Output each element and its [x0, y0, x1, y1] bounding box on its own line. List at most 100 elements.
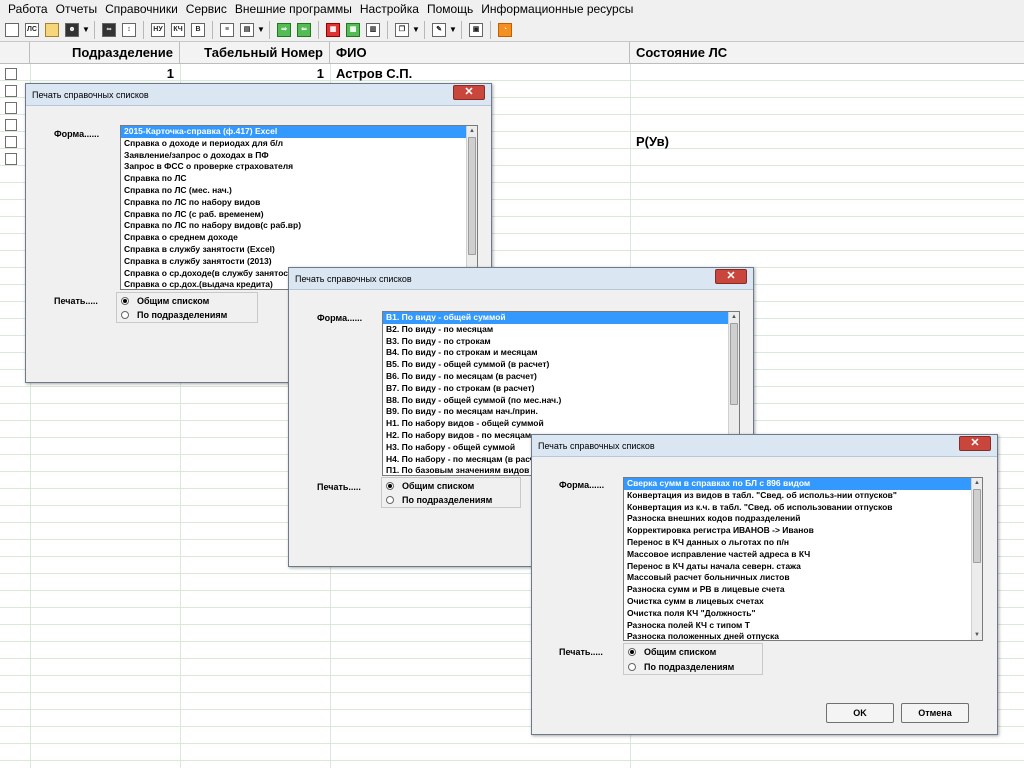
radio-by-department[interactable]: По подразделениям: [386, 494, 492, 506]
form-listbox[interactable]: 2015-Карточка-справка (ф.417) Excel Спра…: [120, 125, 478, 290]
list-item[interactable]: Справка в службу занятости (2013): [121, 256, 477, 268]
import-icon[interactable]: ⇐: [295, 21, 313, 39]
menu-otchety[interactable]: Отчеты: [52, 2, 101, 16]
list-item[interactable]: Запрос в ФСС о проверке страхователя: [121, 161, 477, 173]
scroll-thumb[interactable]: [730, 323, 738, 405]
scroll-up-icon[interactable]: ▲: [972, 478, 982, 488]
column-header-tab-number[interactable]: Табельный Номер: [180, 42, 330, 64]
list-item[interactable]: Конвертация из видов в табл. "Свед. об и…: [624, 490, 982, 502]
list-item[interactable]: Корректировка регистра ИВАНОВ -> Иванов: [624, 525, 982, 537]
menu-servis[interactable]: Сервис: [182, 2, 231, 16]
list-item[interactable]: Разноска полей КЧ с типом Т: [624, 620, 982, 632]
calculator-red-icon[interactable]: ▦: [324, 21, 342, 39]
list-item[interactable]: 2015-Карточка-справка (ф.417) Excel: [121, 126, 477, 138]
sort-icon[interactable]: ↕: [120, 21, 138, 39]
menu-external-programs[interactable]: Внешние программы: [231, 2, 356, 16]
list-item[interactable]: В2. По виду - по месяцам: [383, 324, 739, 336]
select-all-column[interactable]: [0, 42, 30, 64]
list-item[interactable]: В1. По виду - общей суммой: [383, 312, 739, 324]
list-item[interactable]: Массовый расчет больничных листов: [624, 572, 982, 584]
radio-common-list[interactable]: Общим списком: [386, 480, 474, 492]
close-icon[interactable]: ✕: [715, 269, 747, 284]
row-checkbox[interactable]: [5, 136, 17, 148]
list-item[interactable]: Очистка поля КЧ "Должность": [624, 608, 982, 620]
radio-common-list[interactable]: Общим списком: [628, 646, 716, 658]
export-icon[interactable]: ⇒: [275, 21, 293, 39]
listbox-scrollbar[interactable]: ▲ ▼: [466, 126, 477, 289]
ls-icon[interactable]: ЛС: [23, 21, 41, 39]
row-checkbox[interactable]: [5, 102, 17, 114]
menu-help[interactable]: Помощь: [423, 2, 477, 16]
print-icon[interactable]: ▣: [467, 21, 485, 39]
menu-settings[interactable]: Настройка: [356, 2, 423, 16]
scroll-up-icon[interactable]: ▲: [467, 126, 477, 136]
open-folder-icon[interactable]: [43, 21, 61, 39]
report-dropdown-icon[interactable]: ▼: [257, 25, 265, 34]
settings-icon[interactable]: ✎: [430, 21, 448, 39]
menu-spravochniki[interactable]: Справочники: [101, 2, 182, 16]
report-icon[interactable]: ▤: [238, 21, 256, 39]
row-checkbox[interactable]: [5, 119, 17, 131]
cancel-button[interactable]: Отмена: [901, 703, 969, 723]
list-item[interactable]: Н1. По набору видов - общей суммой: [383, 418, 739, 430]
kch-icon[interactable]: КЧ: [169, 21, 187, 39]
copy-dropdown-icon[interactable]: ▼: [412, 25, 420, 34]
reference-icon[interactable]: В: [189, 21, 207, 39]
list-item[interactable]: В7. По виду - по строкам (в расчет): [383, 383, 739, 395]
list-item[interactable]: Конвертация из к.ч. в табл. "Свед. об ис…: [624, 502, 982, 514]
cell-department[interactable]: 1: [30, 66, 174, 81]
list-item[interactable]: Разноска внешних кодов подразделений: [624, 513, 982, 525]
copy-icon[interactable]: ❐: [393, 21, 411, 39]
scroll-down-icon[interactable]: ▼: [972, 630, 982, 640]
row-checkbox[interactable]: [5, 153, 17, 165]
users-dropdown-icon[interactable]: ▼: [82, 25, 90, 34]
list-item[interactable]: Справка по ЛС по набору видов(с раб.вр): [121, 220, 477, 232]
row-checkbox[interactable]: [5, 85, 17, 97]
column-header-account-state[interactable]: Состояние ЛС: [630, 42, 1024, 64]
rss-icon[interactable]: ◔: [496, 21, 514, 39]
book-icon[interactable]: ▥: [364, 21, 382, 39]
nu-icon[interactable]: НУ: [149, 21, 167, 39]
form-listbox[interactable]: Сверка сумм в справках по БЛ с 896 видом…: [623, 477, 983, 641]
list-item[interactable]: В5. По виду - общей суммой (в расчет): [383, 359, 739, 371]
cell-tab-number[interactable]: 1: [180, 66, 324, 81]
list-item[interactable]: Перенос в КЧ даты начала северн. стажа: [624, 561, 982, 573]
close-icon[interactable]: ✕: [453, 85, 485, 100]
close-icon[interactable]: ✕: [959, 436, 991, 451]
list-item[interactable]: Справка по ЛС: [121, 173, 477, 185]
list-item[interactable]: Разноска положенных дней отпуска: [624, 631, 982, 640]
column-header-department[interactable]: Подразделение: [30, 42, 180, 64]
ok-button[interactable]: OK: [826, 703, 894, 723]
cell-account-state[interactable]: Р(Ув): [636, 134, 669, 149]
column-header-fio[interactable]: ФИО: [330, 42, 630, 64]
scroll-up-icon[interactable]: ▲: [729, 312, 739, 322]
list-item[interactable]: Очистка сумм в лицевых счетах: [624, 596, 982, 608]
new-document-icon[interactable]: [3, 21, 21, 39]
list-item[interactable]: Справка о среднем доходе: [121, 232, 477, 244]
list-item[interactable]: Справка по ЛС по набору видов: [121, 197, 477, 209]
cell-fio[interactable]: Астров С.П.: [336, 66, 412, 81]
menu-rabota[interactable]: Работа: [4, 2, 52, 16]
list-icon[interactable]: ≡: [218, 21, 236, 39]
list-item[interactable]: Сверка сумм в справках по БЛ с 896 видом: [624, 478, 982, 490]
binoculars-icon[interactable]: ∞: [100, 21, 118, 39]
calculator-green-icon[interactable]: ▦: [344, 21, 362, 39]
scroll-thumb[interactable]: [973, 489, 981, 563]
list-item[interactable]: В6. По виду - по месяцам (в расчет): [383, 371, 739, 383]
users-icon[interactable]: ☻: [63, 21, 81, 39]
menu-info-resources[interactable]: Информационные ресурсы: [477, 2, 637, 16]
list-item[interactable]: Справка по ЛС (мес. нач.): [121, 185, 477, 197]
list-item[interactable]: В8. По виду - общей суммой (по мес.нач.): [383, 395, 739, 407]
list-item[interactable]: В3. По виду - по строкам: [383, 336, 739, 348]
list-item[interactable]: Справка по ЛС (с раб. временем): [121, 209, 477, 221]
radio-by-department[interactable]: По подразделениям: [121, 309, 227, 321]
list-item[interactable]: Массовое исправление частей адреса в КЧ: [624, 549, 982, 561]
radio-by-department[interactable]: По подразделениям: [628, 661, 734, 673]
list-item[interactable]: В4. По виду - по строкам и месяцам: [383, 347, 739, 359]
list-item[interactable]: Разноска сумм и РВ в лицевые счета: [624, 584, 982, 596]
list-item[interactable]: Справка в службу занятости (Excel): [121, 244, 477, 256]
settings-dropdown-icon[interactable]: ▼: [449, 25, 457, 34]
radio-common-list[interactable]: Общим списком: [121, 295, 209, 307]
list-item[interactable]: Перенос в КЧ данных о льготах по п/н: [624, 537, 982, 549]
list-item[interactable]: Справка о доходе и периодах для б/л: [121, 138, 477, 150]
